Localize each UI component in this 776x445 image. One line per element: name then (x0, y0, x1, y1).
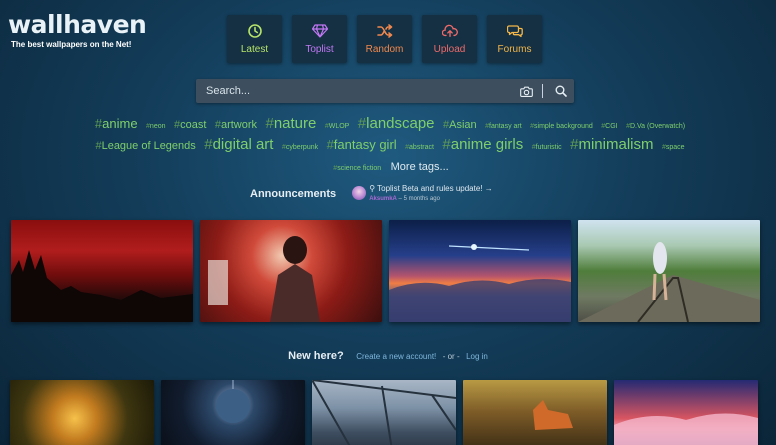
site-logo[interactable]: wallhaven The best wallpapers on the Net… (8, 10, 147, 49)
diamond-icon (311, 23, 328, 39)
chat-icon (506, 23, 523, 39)
tag-link[interactable]: D.Va (Overwatch) (626, 118, 685, 136)
wallpaper-thumbnail[interactable] (463, 380, 607, 445)
tag-link[interactable]: anime (95, 115, 137, 133)
nav-latest-button[interactable]: Latest (227, 15, 282, 63)
tag-link[interactable]: coast (174, 116, 206, 134)
wallpaper-thumbnail[interactable] (389, 220, 571, 322)
popular-tags: anime neon coast artwork nature WLOP lan… (90, 115, 690, 178)
nav-toplist-label: Toplist (305, 44, 334, 55)
tag-link[interactable]: fantasy girl (327, 136, 397, 154)
nav-upload-label: Upload (433, 44, 466, 55)
tag-link[interactable]: Asian (443, 116, 477, 134)
announcement-user[interactable]: AksumkA (369, 196, 397, 202)
tag-link[interactable]: artwork (215, 116, 257, 134)
arrow-right-icon: → (484, 184, 493, 193)
announcement-text: Toplist Beta and rules update! (377, 184, 483, 193)
tag-link[interactable]: digital art (204, 136, 274, 154)
announcements: Announcements ⚲ Toplist Beta and rules u… (250, 184, 493, 202)
tag-link[interactable]: simple background (530, 118, 593, 136)
tag-link[interactable]: futuristic (532, 139, 562, 157)
tag-link[interactable]: cyberpunk (282, 139, 318, 157)
latest-wallpapers (10, 380, 758, 445)
tag-link[interactable]: League of Legends (95, 137, 196, 155)
avatar[interactable] (352, 186, 367, 200)
tag-link[interactable]: nature (265, 115, 317, 133)
main-nav: Latest Toplist Random Upload Forums (227, 15, 542, 63)
shuffle-icon (376, 23, 393, 39)
tag-link[interactable]: anime girls (442, 136, 524, 154)
clock-icon (247, 23, 263, 39)
nav-forums-label: Forums (497, 44, 532, 55)
tag-link[interactable]: CGI (601, 118, 617, 136)
wallpaper-thumbnail[interactable] (312, 380, 456, 445)
tag-link[interactable]: space (662, 139, 685, 157)
new-here-bar: New here? Create a new account! - or - L… (0, 346, 776, 364)
nav-toplist-button[interactable]: Toplist (292, 15, 347, 63)
wallpaper-thumbnail[interactable] (614, 380, 758, 445)
upload-cloud-icon (441, 23, 458, 39)
tag-link[interactable]: minimalism (570, 136, 653, 154)
tag-link[interactable]: WLOP (325, 118, 350, 136)
login-link[interactable]: Log in (466, 352, 488, 361)
search-icon[interactable] (548, 79, 574, 103)
announcement-time: 5 months ago (403, 196, 440, 202)
wallpaper-thumbnail[interactable] (11, 220, 193, 322)
wallpaper-thumbnail[interactable] (10, 380, 154, 445)
new-here-heading: New here? (288, 350, 344, 362)
announcement-link[interactable]: ⚲ Toplist Beta and rules update! → (369, 184, 493, 193)
wallpaper-thumbnail[interactable] (161, 380, 305, 445)
more-tags-link[interactable]: More tags... (391, 161, 449, 173)
announcements-title: Announcements (250, 188, 337, 200)
pin-icon: ⚲ (369, 184, 376, 193)
nav-latest-label: Latest (240, 44, 269, 55)
tag-link[interactable]: abstract (405, 139, 434, 157)
nav-random-label: Random (365, 44, 404, 55)
or-separator: - or - (442, 352, 460, 361)
nav-random-button[interactable]: Random (357, 15, 412, 63)
create-account-link[interactable]: Create a new account! (356, 352, 436, 361)
tag-link[interactable]: landscape (358, 115, 434, 133)
camera-icon[interactable] (515, 79, 537, 103)
search-bar (196, 79, 574, 103)
tag-link[interactable]: neon (146, 118, 166, 136)
search-input[interactable] (196, 79, 515, 103)
nav-upload-button[interactable]: Upload (422, 15, 477, 63)
site-tagline: The best wallpapers on the Net! (11, 40, 132, 49)
wallpaper-thumbnail[interactable] (200, 220, 382, 322)
search-divider (542, 84, 543, 98)
tag-link[interactable]: science fiction (333, 160, 381, 178)
nav-forums-button[interactable]: Forums (487, 15, 542, 63)
tag-link[interactable]: fantasy art (485, 118, 522, 136)
site-logo-text: wallhaven (8, 10, 147, 39)
wallpaper-thumbnail[interactable] (578, 220, 760, 322)
featured-wallpapers (11, 220, 760, 322)
